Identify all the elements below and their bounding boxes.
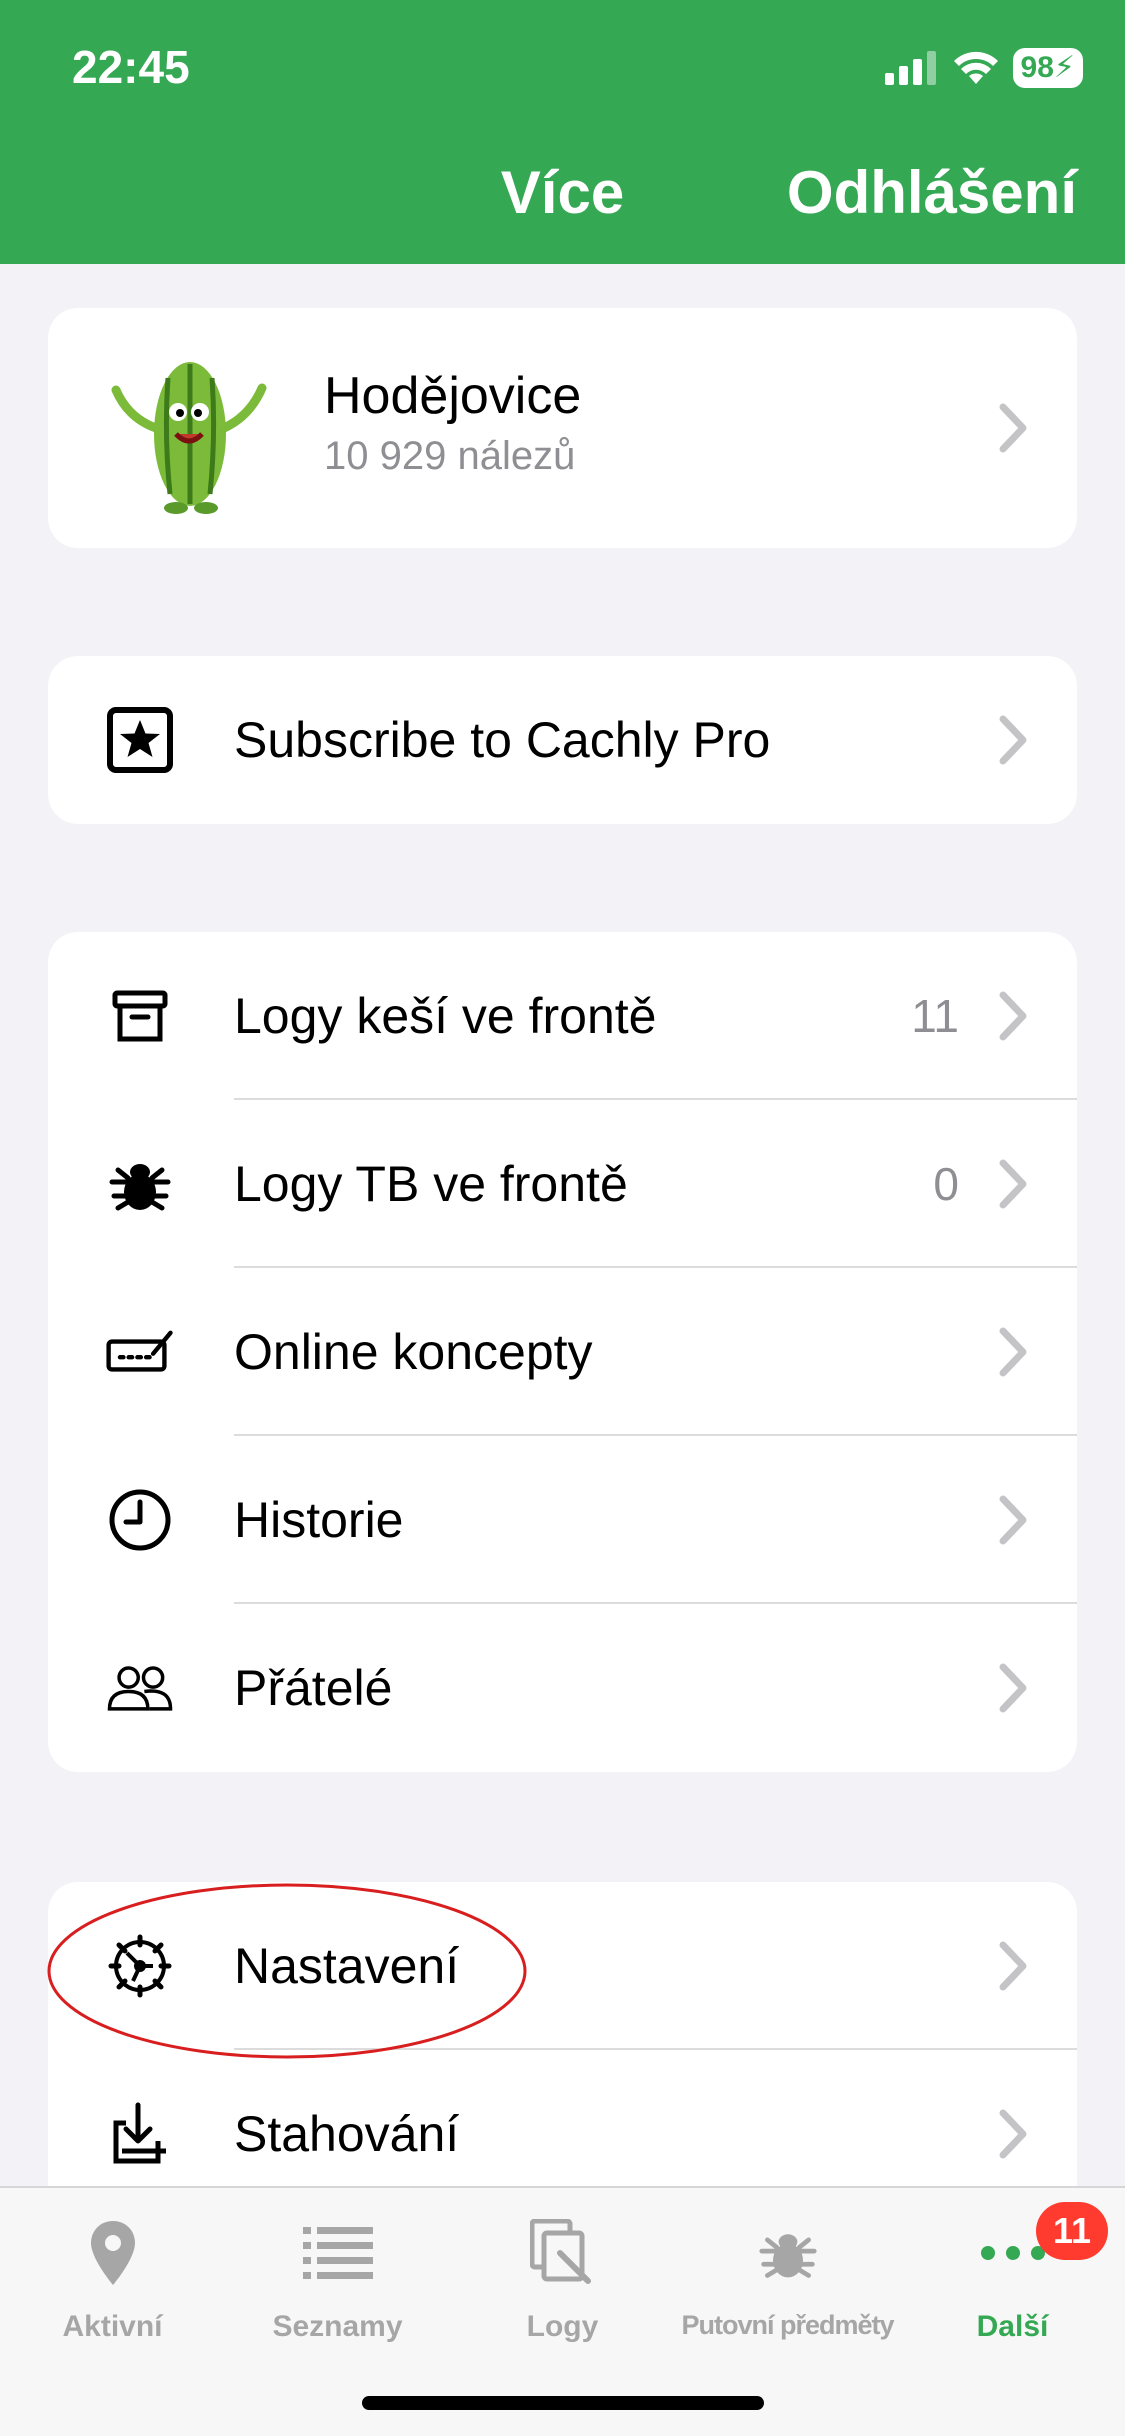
people-icon xyxy=(106,1654,174,1722)
chevron-right-icon xyxy=(999,715,1027,765)
home-indicator[interactable] xyxy=(362,2396,764,2410)
download-icon xyxy=(106,2100,174,2168)
menu-item-count: 11 xyxy=(911,990,959,1042)
map-pin-icon xyxy=(90,2221,135,2285)
status-icons: 98⚡ xyxy=(884,46,1083,90)
chevron-right-icon xyxy=(999,1495,1027,1545)
bug-icon xyxy=(106,1150,174,1218)
menu-item-label: Online koncepty xyxy=(234,1324,593,1380)
menu-item-tb-logs-queue[interactable]: Logy TB ve frontě 0 xyxy=(48,1100,1077,1268)
tab-label: Další xyxy=(976,2310,1049,2343)
tab-label: Putovní předměty xyxy=(681,2310,894,2340)
menu-item-online-drafts[interactable]: Online koncepty xyxy=(48,1268,1077,1436)
battery-level: 98 xyxy=(1020,51,1054,84)
profile-finds-count: 10 929 nálezů xyxy=(324,434,576,478)
tab-lists[interactable]: Seznamy xyxy=(225,2208,450,2344)
menu-item-settings[interactable]: Nastavení xyxy=(48,1882,1077,2050)
subscribe-row[interactable]: Subscribe to Cachly Pro xyxy=(48,656,1077,824)
clock-icon xyxy=(106,1486,174,1554)
chevron-right-icon xyxy=(999,1159,1027,1209)
menu-item-friends[interactable]: Přátelé xyxy=(48,1604,1077,1772)
menu-item-cache-logs-queue[interactable]: Logy keší ve frontě 11 xyxy=(48,932,1077,1100)
avatar xyxy=(98,338,278,518)
cucumber-avatar-icon xyxy=(111,362,267,514)
signature-icon xyxy=(106,1318,174,1386)
navigation-bar: 22:45 98⚡ Více Odhlášení xyxy=(0,0,1125,264)
menu-item-label: Historie xyxy=(234,1492,404,1548)
battery-indicator: 98⚡ xyxy=(1012,48,1083,88)
chevron-right-icon xyxy=(999,403,1027,453)
menu-item-history[interactable]: Historie xyxy=(48,1436,1077,1604)
list-icon xyxy=(302,2227,373,2279)
tab-label: Seznamy xyxy=(272,2310,403,2343)
menu-item-label: Logy keší ve frontě xyxy=(234,988,657,1044)
archive-box-icon xyxy=(106,982,174,1050)
tab-label: Logy xyxy=(526,2310,599,2343)
status-time: 22:45 xyxy=(72,41,190,93)
wifi-icon xyxy=(953,51,998,84)
chevron-right-icon xyxy=(999,1941,1027,1991)
tab-label: Aktivní xyxy=(62,2310,163,2343)
trackable-icon xyxy=(758,2234,817,2278)
chevron-right-icon xyxy=(999,1327,1027,1377)
tab-trackables[interactable]: Putovní předměty xyxy=(675,2208,900,2341)
logout-button[interactable]: Odhlášení xyxy=(787,158,1077,227)
gear-icon xyxy=(106,1932,174,2000)
menu-item-label: Logy TB ve frontě xyxy=(234,1156,628,1212)
menu-item-label: Přátelé xyxy=(234,1660,393,1716)
profile-card[interactable]: Hodějovice 10 929 nálezů xyxy=(48,308,1077,548)
subscribe-label: Subscribe to Cachly Pro xyxy=(234,712,771,768)
star-box-icon xyxy=(106,706,174,774)
menu-item-label: Stahování xyxy=(234,2106,460,2162)
more-dots-icon xyxy=(980,2246,1045,2260)
cellular-signal-icon xyxy=(884,51,936,85)
menu-item-label: Nastavení xyxy=(234,1938,460,1994)
profile-name: Hodějovice xyxy=(324,367,582,425)
tab-active[interactable]: Aktivní xyxy=(0,2208,225,2344)
notification-badge: 11 xyxy=(1036,2202,1108,2260)
chevron-right-icon xyxy=(999,2109,1027,2159)
tab-logs[interactable]: Logy xyxy=(450,2208,675,2344)
chevron-right-icon xyxy=(999,1663,1027,1713)
menu-item-count: 0 xyxy=(933,1158,959,1210)
menu-card: Logy keší ve frontě 11 Logy TB ve frontě… xyxy=(48,932,1077,1772)
logs-icon xyxy=(529,2219,591,2284)
subscribe-card[interactable]: Subscribe to Cachly Pro xyxy=(48,656,1077,824)
chevron-right-icon xyxy=(999,991,1027,1041)
